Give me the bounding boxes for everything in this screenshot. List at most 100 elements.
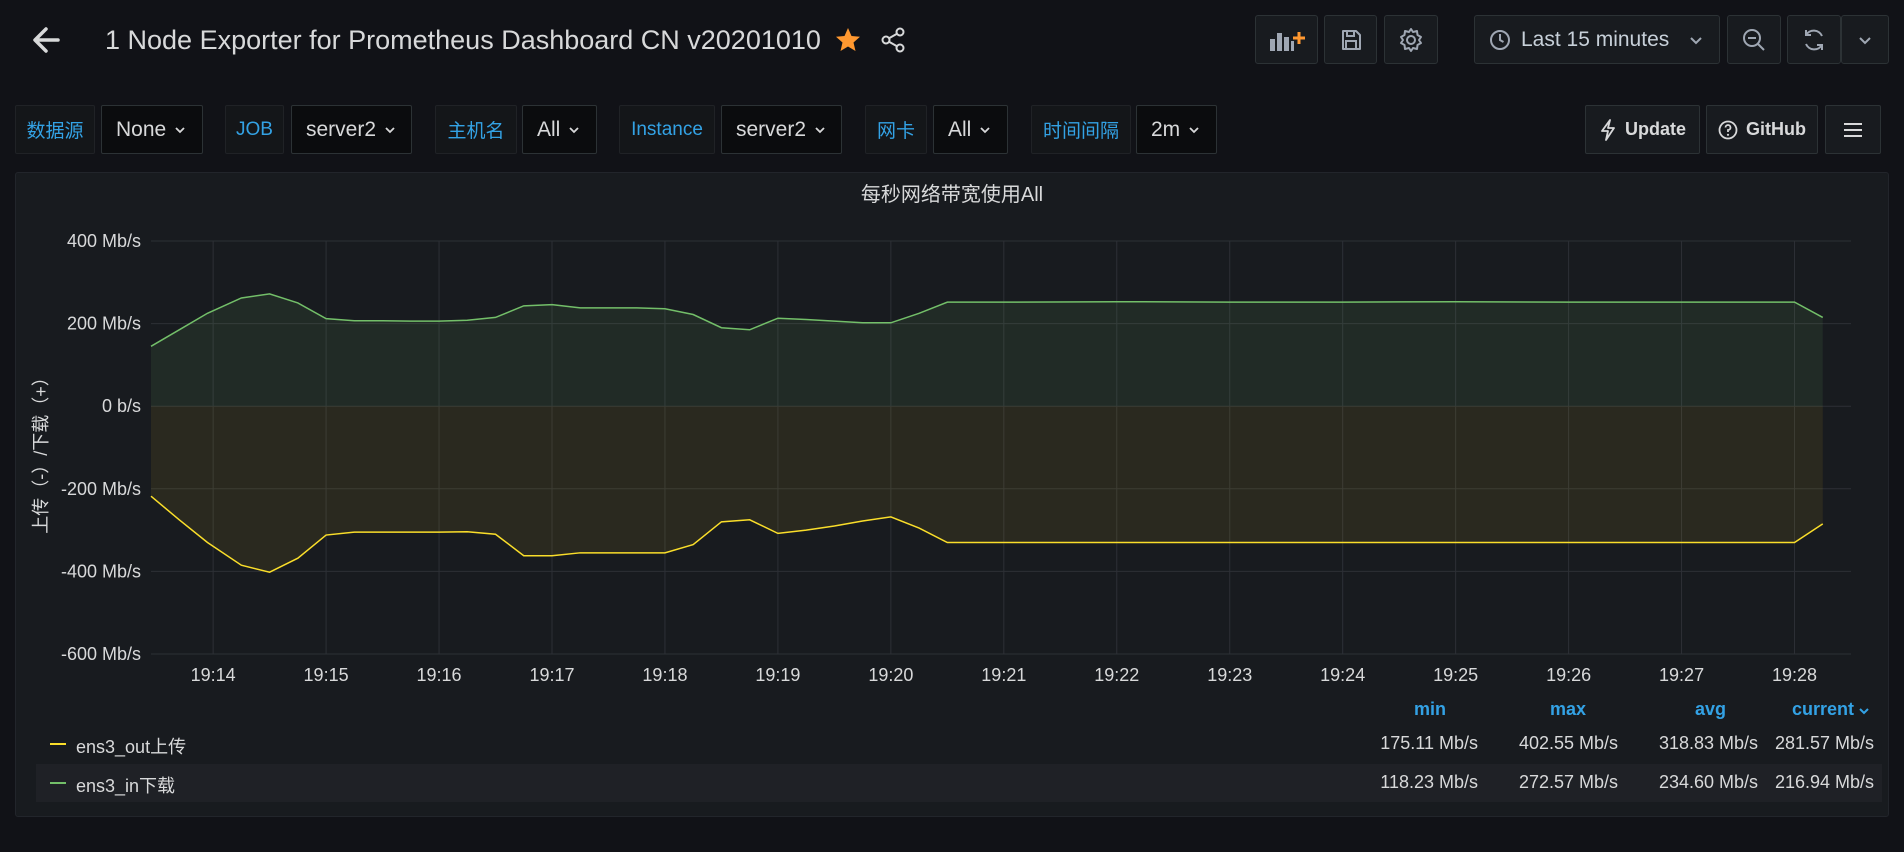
x-tick-label: 19:18 <box>642 665 687 685</box>
legend-min-value: 118.23 Mb/s <box>1380 772 1478 792</box>
y-tick-label: 0 b/s <box>102 396 141 416</box>
share-icon <box>881 27 905 53</box>
chevron-down-icon <box>385 126 395 133</box>
y-tick-label: 200 Mb/s <box>67 314 141 334</box>
variable-select-job[interactable]: server2 <box>291 105 412 154</box>
x-tick-label: 19:19 <box>755 665 800 685</box>
save-icon <box>1341 29 1361 50</box>
x-tick-label: 19:20 <box>868 665 913 685</box>
refresh-icon <box>1805 29 1823 50</box>
legend-swatch[interactable] <box>50 782 66 784</box>
legend-series-name[interactable]: ens3_out上传 <box>76 733 186 759</box>
legend-row-out: ens3_out上传 175.11 Mb/s 402.55 Mb/s 318.8… <box>36 725 1882 763</box>
legend-avg-value: 318.83 Mb/s <box>1658 733 1758 753</box>
variable-label-job: JOB <box>225 105 284 154</box>
legend-header-avg[interactable]: avg <box>1695 699 1726 720</box>
refresh-interval-dropdown[interactable] <box>1841 15 1889 64</box>
variable-label-nic: 网卡 <box>865 105 927 154</box>
back-button[interactable] <box>28 22 68 58</box>
chevron-down-icon <box>1189 126 1199 133</box>
y-axis-label: 上传（-）/下载（+） <box>31 368 51 534</box>
variable-select-hostname[interactable]: All <box>522 105 597 154</box>
dashboard-settings-button[interactable] <box>1384 15 1438 64</box>
bandwidth-chart[interactable]: 400 Mb/s 200 Mb/s 0 b/s -200 Mb/s -400 Mb/s -… <box>16 173 1890 693</box>
y-tick-label: -400 Mb/s <box>61 561 141 581</box>
legend-max-value: 272.57 Mb/s <box>1518 772 1618 792</box>
y-tick-label: 400 Mb/s <box>67 231 141 251</box>
legend-max-value: 402.55 Mb/s <box>1518 733 1618 753</box>
legend-min-value: 175.11 Mb/s <box>1380 733 1478 753</box>
clock-icon <box>1490 29 1510 50</box>
legend-header: min max avg current <box>16 693 1890 723</box>
share-button[interactable] <box>878 24 910 56</box>
chevron-down-icon <box>815 126 825 133</box>
update-link-button[interactable]: Update <box>1585 105 1700 154</box>
chart-areas <box>151 293 1823 573</box>
variable-select-interval[interactable]: 2m <box>1136 105 1217 154</box>
variable-value: None <box>116 117 167 141</box>
refresh-button[interactable] <box>1787 15 1841 64</box>
github-link-button[interactable]: GitHub <box>1706 105 1818 154</box>
variable-label-datasource: 数据源 <box>15 105 95 154</box>
menu-button[interactable] <box>1825 105 1881 154</box>
x-tick-label: 19:26 <box>1546 665 1591 685</box>
add-panel-icon <box>1269 31 1305 51</box>
time-range-label: Last 15 minutes <box>1521 27 1670 51</box>
series-area <box>151 406 1823 573</box>
variable-value: server2 <box>736 117 807 141</box>
arrow-left-icon <box>33 27 60 53</box>
star-icon <box>836 28 860 51</box>
chevron-down-icon <box>175 126 185 133</box>
graph-panel: 每秒网络带宽使用All 400 Mb/s 200 Mb/s 0 b/s -200 Mb… <box>15 172 1889 817</box>
variable-select-datasource[interactable]: None <box>101 105 203 154</box>
bolt-icon <box>1601 118 1615 141</box>
x-tick-label: 19:25 <box>1433 665 1478 685</box>
variable-select-instance[interactable]: server2 <box>721 105 842 154</box>
x-tick-label: 19:27 <box>1659 665 1704 685</box>
legend-current-value: 216.94 Mb/s <box>1774 772 1874 792</box>
legend-header-max[interactable]: max <box>1550 699 1586 720</box>
x-tick-label: 19:24 <box>1320 665 1365 685</box>
x-tick-label: 19:15 <box>304 665 349 685</box>
legend-row-in: ens3_in下载 118.23 Mb/s 272.57 Mb/s 234.60… <box>36 764 1882 802</box>
dashboard-title[interactable]: 1 Node Exporter for Prometheus Dashboard… <box>105 22 821 58</box>
variable-label-hostname: 主机名 <box>435 105 517 154</box>
variable-select-nic[interactable]: All <box>933 105 1008 154</box>
x-tick-label: 19:17 <box>529 665 574 685</box>
chevron-down-icon <box>569 126 579 133</box>
save-dashboard-button[interactable] <box>1324 15 1377 64</box>
variable-value: All <box>948 117 972 141</box>
gear-icon <box>1400 27 1422 52</box>
sort-desc-icon <box>1859 708 1869 715</box>
legend-current-value: 281.57 Mb/s <box>1774 733 1874 753</box>
variable-value: 2m <box>1151 117 1181 141</box>
zoom-out-icon <box>1743 28 1765 51</box>
y-tick-label: -600 Mb/s <box>61 644 141 664</box>
x-tick-label: 19:21 <box>981 665 1026 685</box>
legend-swatch[interactable] <box>50 743 66 745</box>
question-circle-icon <box>1718 120 1738 139</box>
hamburger-menu-icon <box>1844 122 1862 137</box>
zoom-out-button[interactable] <box>1727 15 1781 64</box>
legend-series-name[interactable]: ens3_in下载 <box>76 772 175 798</box>
x-tick-label: 19:14 <box>191 665 236 685</box>
chevron-down-icon <box>1690 36 1702 44</box>
dashboard-navbar: 1 Node Exporter for Prometheus Dashboard… <box>0 0 1904 80</box>
legend-header-current[interactable]: current <box>1792 699 1854 720</box>
update-link-label: Update <box>1624 119 1686 139</box>
add-panel-button[interactable] <box>1255 15 1318 64</box>
x-tick-label: 19:16 <box>417 665 462 685</box>
variable-value: server2 <box>306 117 377 141</box>
variable-label-instance: Instance <box>619 105 715 154</box>
legend-header-min[interactable]: min <box>1414 699 1446 720</box>
x-tick-label: 19:23 <box>1207 665 1252 685</box>
github-link-label: GitHub <box>1746 119 1806 139</box>
x-tick-label: 19:22 <box>1094 665 1139 685</box>
series-area <box>151 293 1823 407</box>
x-tick-label: 19:28 <box>1772 665 1817 685</box>
legend-avg-value: 234.60 Mb/s <box>1658 772 1758 792</box>
favorite-button[interactable] <box>832 24 864 56</box>
variable-label-interval: 时间间隔 <box>1031 105 1131 154</box>
time-range-picker[interactable]: Last 15 minutes <box>1474 15 1720 64</box>
chevron-down-icon <box>980 126 990 133</box>
